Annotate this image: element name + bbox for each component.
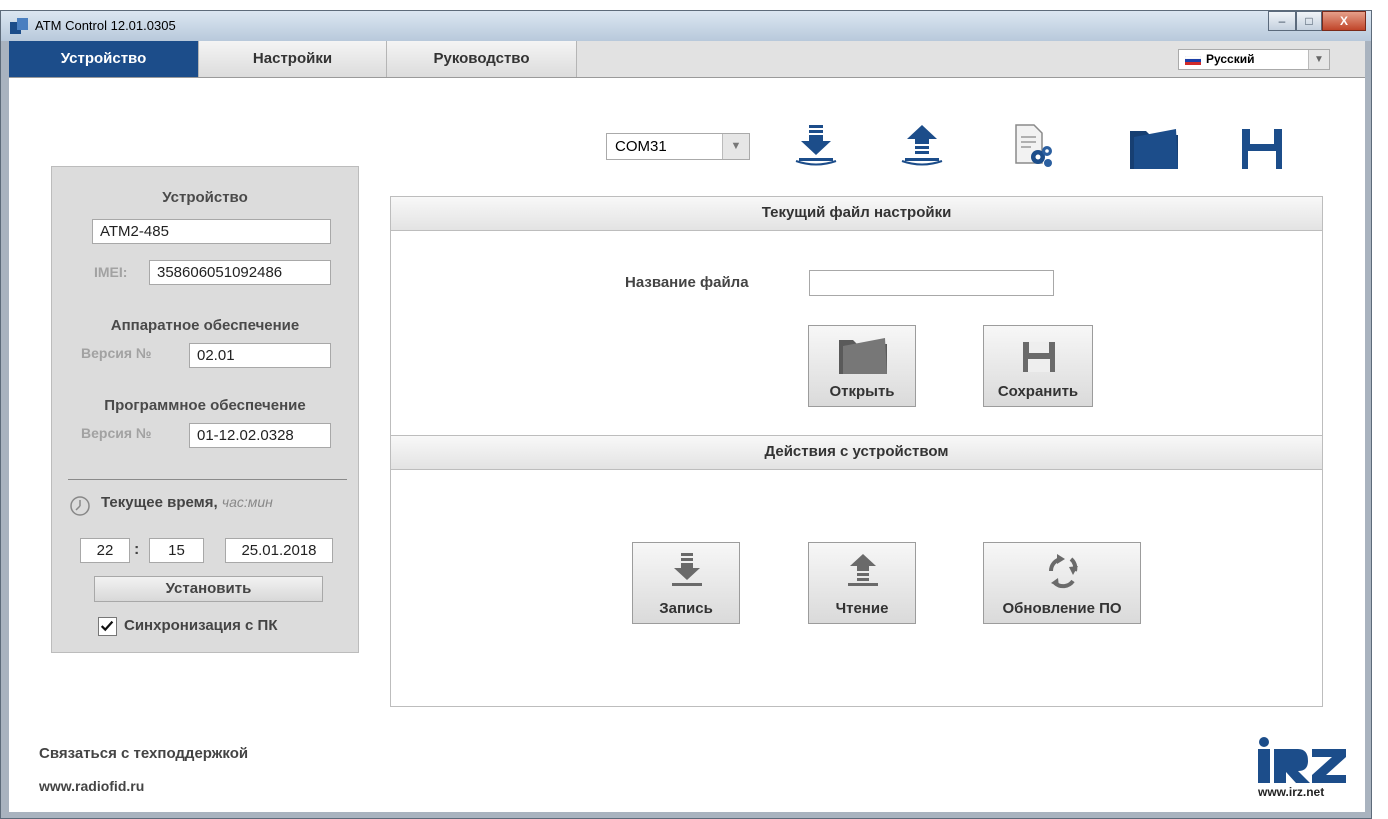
device-actions-heading: Действия с устройством [391, 436, 1322, 470]
current-time-heading: Текущее время, час:мин [101, 494, 273, 511]
file-settings-icon[interactable] [1004, 121, 1056, 171]
chevron-down-icon[interactable]: ▼ [1308, 50, 1329, 69]
software-heading: Программное обеспечение [104, 397, 306, 414]
language-selected: Русский [1206, 52, 1255, 66]
divider [68, 479, 347, 480]
set-time-button[interactable]: Установить [94, 576, 323, 602]
open-file-label: Открыть [829, 383, 895, 400]
client-area: Устройство Настройки Руководство Русский… [9, 41, 1365, 812]
tab-bar: Устройство Настройки Руководство Русский… [9, 41, 1365, 78]
save-file-button[interactable]: Сохранить [983, 325, 1093, 407]
time-format-hint: час:мин [221, 494, 273, 510]
com-port-value: COM31 [615, 138, 667, 155]
settings-file-heading: Текущий файл настройки [391, 197, 1322, 231]
close-button[interactable]: X [1322, 11, 1366, 31]
clock-icon [70, 496, 90, 516]
write-label: Запись [659, 600, 713, 617]
com-port-select[interactable]: COM31 ▼ [606, 133, 750, 160]
update-firmware-label: Обновление ПО [1002, 600, 1122, 617]
filename-label: Название файла [625, 274, 749, 291]
settings-file-section: Текущий файл настройки Название файла От… [390, 196, 1323, 436]
imei-label: IMEI: [94, 264, 128, 280]
checkmark-icon [100, 620, 114, 632]
software-version-label: Версия № [81, 425, 152, 441]
update-firmware-button[interactable]: Обновление ПО [983, 542, 1141, 624]
window-title: ATM Control 12.01.0305 [35, 18, 176, 33]
current-time-label: Текущее время, [101, 494, 218, 511]
read-label: Чтение [835, 600, 889, 617]
website-link[interactable]: www.radiofid.ru [39, 778, 144, 794]
device-heading: Устройство [162, 189, 248, 206]
save-file-label: Сохранить [997, 383, 1079, 400]
hardware-version-label: Версия № [81, 345, 152, 361]
refresh-icon [1048, 554, 1078, 589]
sync-label: Синхронизация с ПК [124, 617, 278, 634]
title-bar: ATM Control 12.01.0305 – □ X [1, 11, 1371, 41]
chevron-down-icon[interactable]: ▼ [722, 134, 749, 159]
app-window: ATM Control 12.01.0305 – □ X Устройство … [0, 10, 1372, 819]
app-icon [10, 18, 28, 34]
open-folder-icon[interactable] [1128, 125, 1180, 175]
save-disk-icon[interactable] [1236, 125, 1288, 175]
save-disk-icon [1023, 342, 1055, 372]
write-to-device-icon [672, 553, 702, 586]
read-from-device-icon [848, 554, 878, 586]
software-version-field[interactable]: 01-12.02.0328 [189, 423, 331, 448]
filename-input[interactable] [809, 270, 1054, 296]
irz-logo: www.irz.net [1252, 737, 1350, 799]
hardware-heading: Аппаратное обеспечение [110, 317, 300, 334]
device-actions-section: Действия с устройством Запись Чтение Обн… [390, 435, 1323, 707]
write-button[interactable]: Запись [632, 542, 740, 624]
open-file-button[interactable]: Открыть [808, 325, 916, 407]
tab-device[interactable]: Устройство [9, 41, 199, 77]
device-model-field[interactable]: ATM2-485 [92, 219, 331, 244]
minimize-button[interactable]: – [1268, 11, 1296, 31]
date-field[interactable]: 25.01.2018 [225, 538, 333, 563]
tab-settings[interactable]: Настройки [199, 41, 387, 77]
hardware-version-field[interactable]: 02.01 [189, 343, 331, 368]
language-select[interactable]: Русский ▼ [1178, 49, 1330, 70]
russia-flag-icon [1185, 56, 1201, 65]
imei-field[interactable]: 358606051092486 [149, 260, 331, 285]
read-from-device-icon[interactable] [896, 121, 948, 171]
device-info-panel: Устройство ATM2-485 IMEI: 35860605109248… [51, 166, 359, 653]
support-link[interactable]: Связаться с техподдержкой [39, 745, 248, 762]
write-to-device-icon[interactable] [790, 121, 842, 171]
hours-field[interactable]: 22 [80, 538, 130, 563]
time-separator: : [134, 541, 140, 558]
folder-icon [839, 338, 887, 374]
tab-manual[interactable]: Руководство [387, 41, 577, 77]
minutes-field[interactable]: 15 [149, 538, 204, 563]
irz-url: www.irz.net [1258, 785, 1325, 799]
read-button[interactable]: Чтение [808, 542, 916, 624]
maximize-button[interactable]: □ [1296, 11, 1322, 31]
sync-checkbox[interactable] [98, 617, 117, 636]
